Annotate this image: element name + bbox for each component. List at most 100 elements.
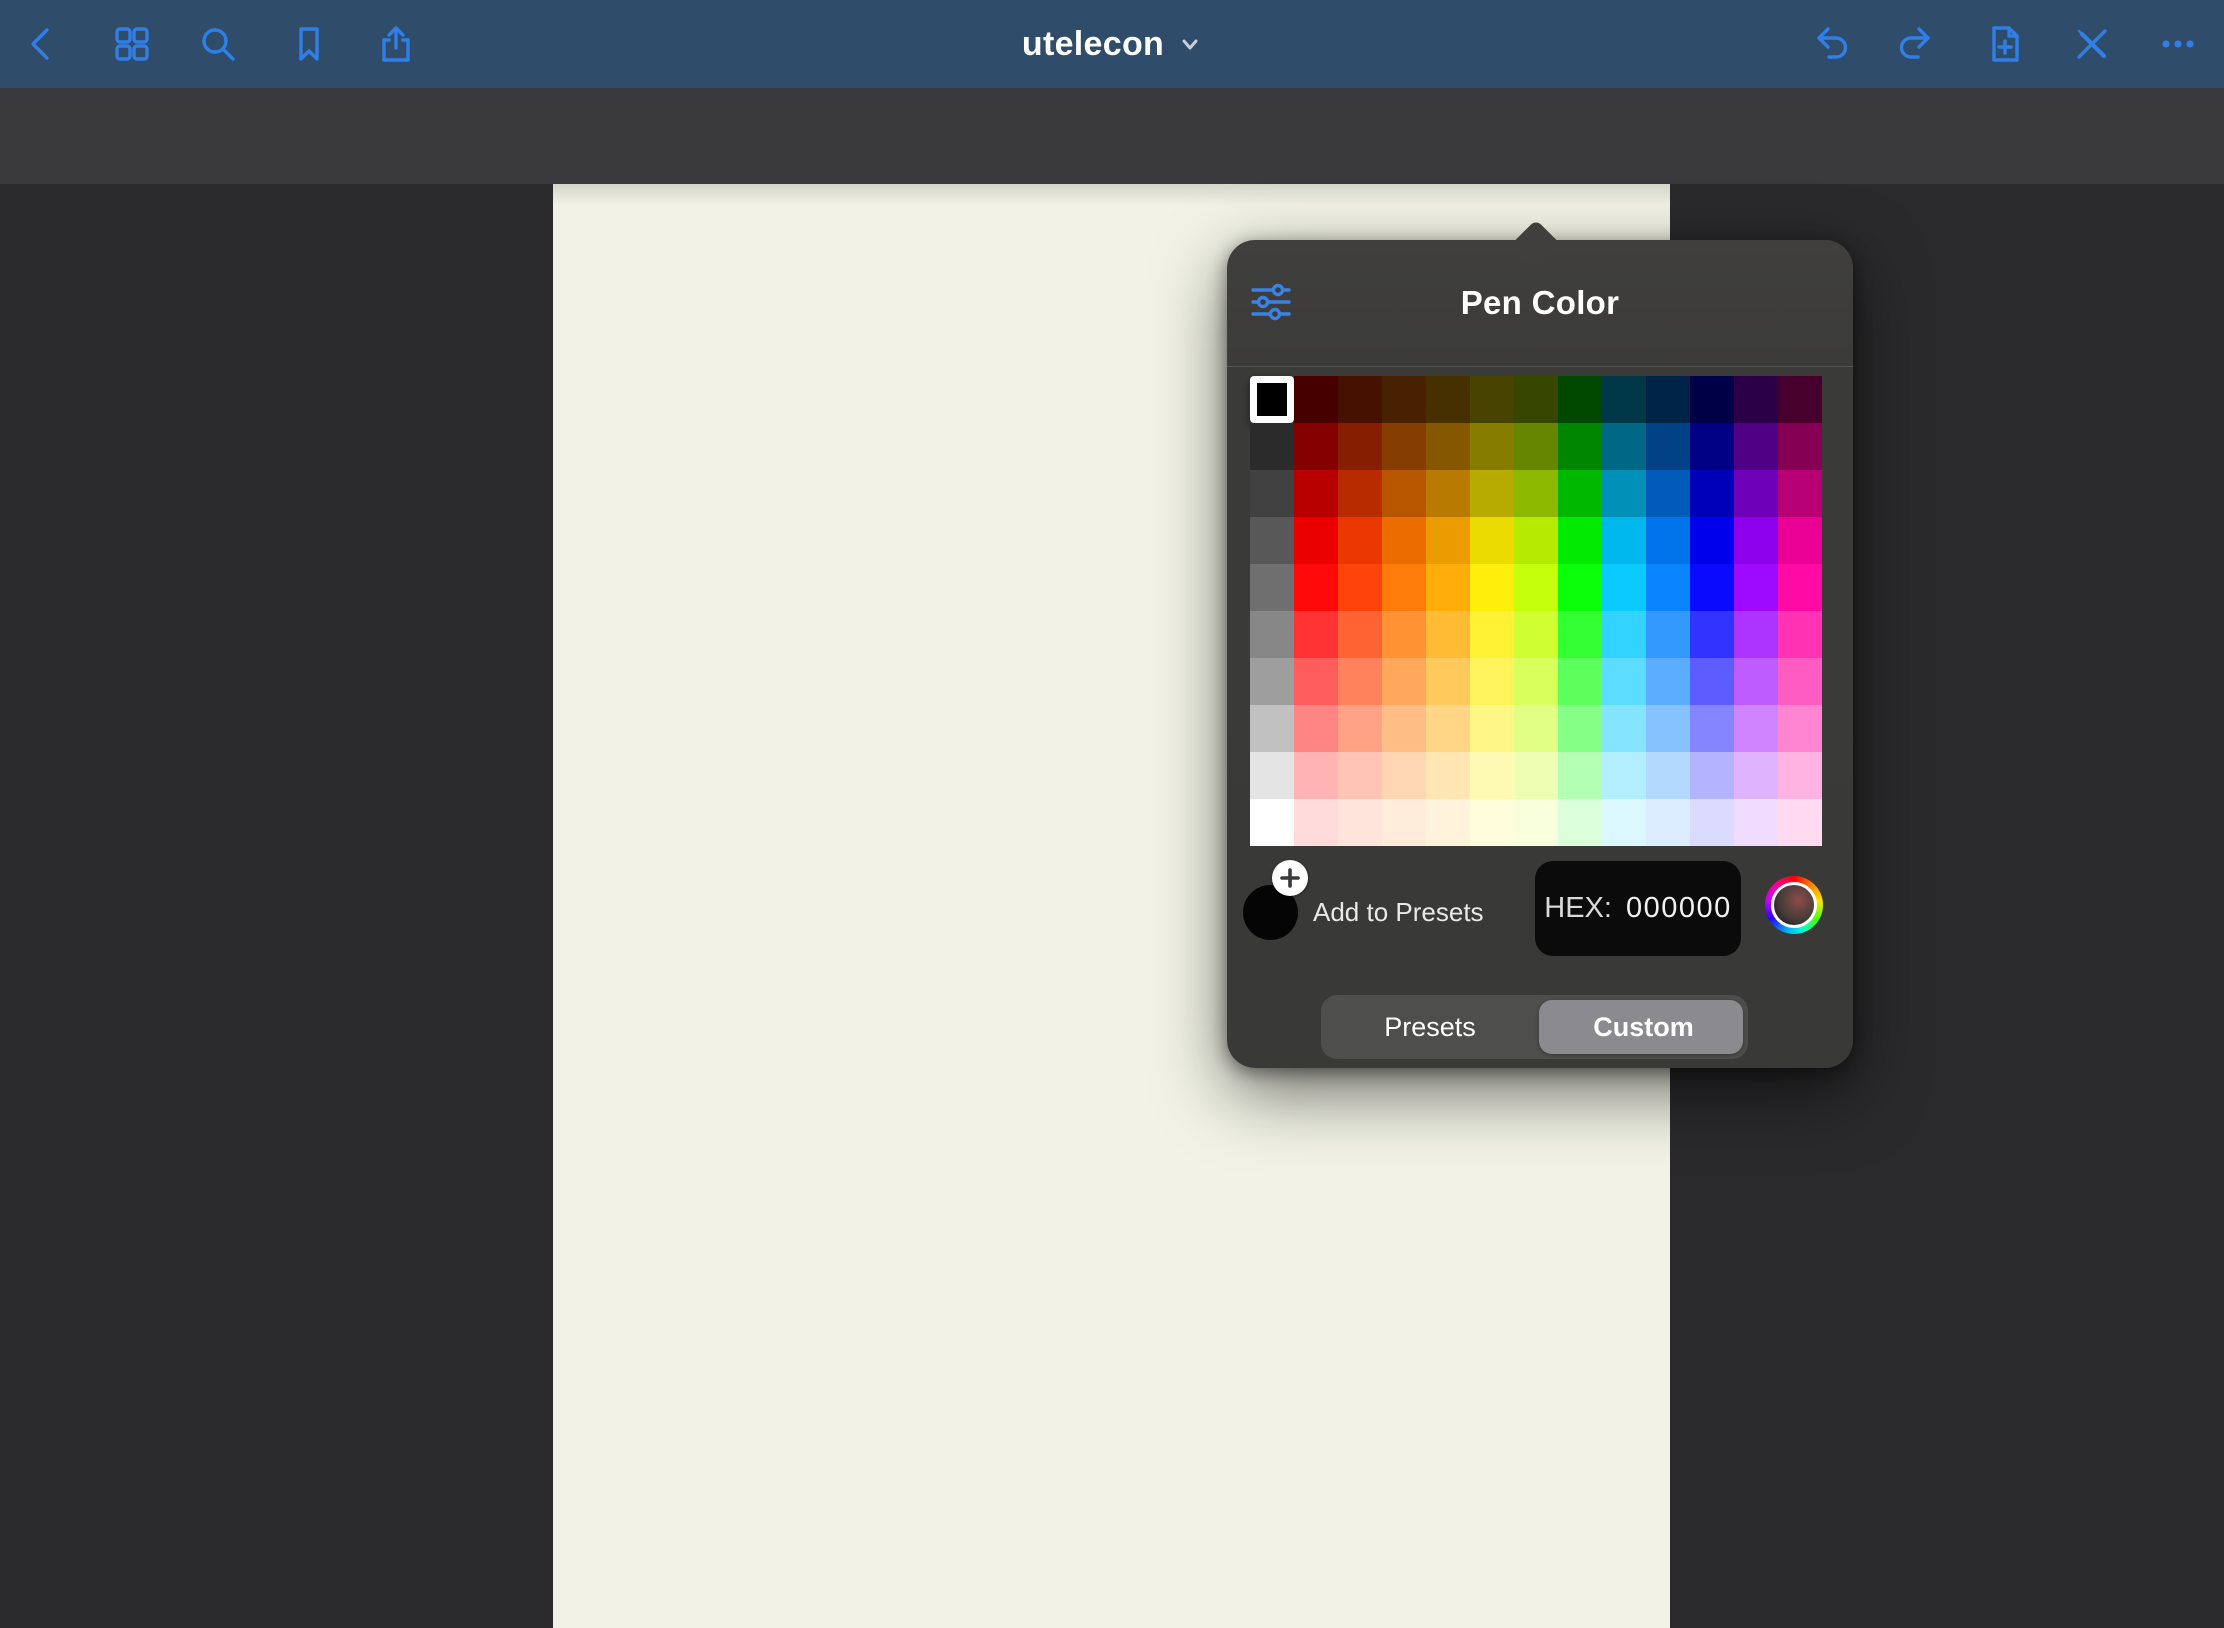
color-cell[interactable]: [1646, 376, 1690, 423]
color-cell[interactable]: [1646, 705, 1690, 752]
color-cell[interactable]: [1514, 470, 1558, 517]
color-cell[interactable]: [1646, 799, 1690, 846]
color-cell[interactable]: [1338, 470, 1382, 517]
color-cell[interactable]: [1646, 470, 1690, 517]
bookmark-icon[interactable]: [287, 22, 331, 66]
color-cell[interactable]: [1514, 423, 1558, 470]
color-cell[interactable]: [1558, 752, 1602, 799]
color-cell[interactable]: [1734, 705, 1778, 752]
color-cell[interactable]: [1294, 470, 1338, 517]
color-cell[interactable]: [1294, 611, 1338, 658]
color-cell[interactable]: [1382, 799, 1426, 846]
color-cell[interactable]: [1250, 470, 1294, 517]
color-wheel-icon[interactable]: [1765, 876, 1823, 934]
tab-custom[interactable]: Custom: [1539, 995, 1748, 1059]
color-cell[interactable]: [1734, 517, 1778, 564]
color-cell[interactable]: [1426, 799, 1470, 846]
color-cell[interactable]: [1470, 752, 1514, 799]
color-cell[interactable]: [1602, 658, 1646, 705]
color-cell[interactable]: [1470, 799, 1514, 846]
search-icon[interactable]: [196, 22, 240, 66]
tab-presets[interactable]: Presets: [1321, 995, 1539, 1059]
color-cell[interactable]: [1690, 564, 1734, 611]
color-cell[interactable]: [1558, 611, 1602, 658]
color-cell[interactable]: [1294, 752, 1338, 799]
color-cell[interactable]: [1690, 705, 1734, 752]
color-cell[interactable]: [1778, 517, 1822, 564]
color-cell[interactable]: [1382, 752, 1426, 799]
color-cell[interactable]: [1734, 752, 1778, 799]
color-cell[interactable]: [1778, 611, 1822, 658]
color-cell[interactable]: [1734, 423, 1778, 470]
color-cell[interactable]: [1646, 564, 1690, 611]
color-cell[interactable]: [1690, 423, 1734, 470]
color-cell[interactable]: [1734, 564, 1778, 611]
color-cell[interactable]: [1646, 423, 1690, 470]
share-icon[interactable]: [374, 22, 418, 66]
back-icon[interactable]: [20, 22, 64, 66]
color-cell[interactable]: [1382, 470, 1426, 517]
color-cell[interactable]: [1294, 517, 1338, 564]
color-cell[interactable]: [1646, 517, 1690, 564]
color-cell[interactable]: [1470, 376, 1514, 423]
color-cell[interactable]: [1778, 705, 1822, 752]
color-cell[interactable]: [1778, 564, 1822, 611]
color-cell[interactable]: [1250, 423, 1294, 470]
color-cell[interactable]: [1646, 658, 1690, 705]
color-cell[interactable]: [1602, 705, 1646, 752]
color-cell[interactable]: [1646, 752, 1690, 799]
color-cell[interactable]: [1294, 799, 1338, 846]
color-cell[interactable]: [1778, 658, 1822, 705]
document-title[interactable]: utelecon: [0, 0, 2224, 88]
color-cell[interactable]: [1558, 705, 1602, 752]
color-cell[interactable]: [1734, 376, 1778, 423]
color-cell[interactable]: [1382, 564, 1426, 611]
color-cell[interactable]: [1426, 705, 1470, 752]
color-cell[interactable]: [1690, 376, 1734, 423]
color-cell[interactable]: [1426, 517, 1470, 564]
color-cell[interactable]: [1294, 658, 1338, 705]
color-cell[interactable]: [1294, 376, 1338, 423]
color-cell[interactable]: [1734, 658, 1778, 705]
color-cell[interactable]: [1294, 705, 1338, 752]
color-cell[interactable]: [1382, 611, 1426, 658]
color-cell[interactable]: [1294, 423, 1338, 470]
color-cell[interactable]: [1514, 799, 1558, 846]
color-cell[interactable]: [1250, 658, 1294, 705]
color-cell[interactable]: [1338, 564, 1382, 611]
color-cell[interactable]: [1602, 799, 1646, 846]
color-cell[interactable]: [1558, 564, 1602, 611]
color-cell[interactable]: [1558, 376, 1602, 423]
color-cell[interactable]: [1602, 564, 1646, 611]
color-cell[interactable]: [1602, 423, 1646, 470]
color-cell[interactable]: [1250, 799, 1294, 846]
add-to-presets-label[interactable]: Add to Presets: [1313, 885, 1484, 940]
color-cell[interactable]: [1690, 658, 1734, 705]
color-cell[interactable]: [1338, 799, 1382, 846]
add-page-icon[interactable]: [1983, 22, 2027, 66]
color-cell[interactable]: [1470, 658, 1514, 705]
color-cell[interactable]: [1690, 517, 1734, 564]
color-cell[interactable]: [1250, 376, 1294, 423]
more-icon[interactable]: [2156, 22, 2200, 66]
color-cell[interactable]: [1470, 611, 1514, 658]
color-cell[interactable]: [1558, 423, 1602, 470]
color-cell[interactable]: [1558, 470, 1602, 517]
redo-icon[interactable]: [1895, 22, 1939, 66]
color-cell[interactable]: [1602, 752, 1646, 799]
color-cell[interactable]: [1470, 564, 1514, 611]
color-cell[interactable]: [1514, 705, 1558, 752]
color-cell[interactable]: [1778, 470, 1822, 517]
color-cell[interactable]: [1382, 423, 1426, 470]
color-cell[interactable]: [1602, 376, 1646, 423]
color-cell[interactable]: [1426, 752, 1470, 799]
color-cell[interactable]: [1250, 611, 1294, 658]
color-cell[interactable]: [1734, 470, 1778, 517]
color-cell[interactable]: [1734, 799, 1778, 846]
color-cell[interactable]: [1602, 611, 1646, 658]
color-cell[interactable]: [1338, 611, 1382, 658]
undo-icon[interactable]: [1808, 22, 1852, 66]
color-cell[interactable]: [1426, 611, 1470, 658]
color-cell[interactable]: [1338, 752, 1382, 799]
color-cell[interactable]: [1646, 611, 1690, 658]
